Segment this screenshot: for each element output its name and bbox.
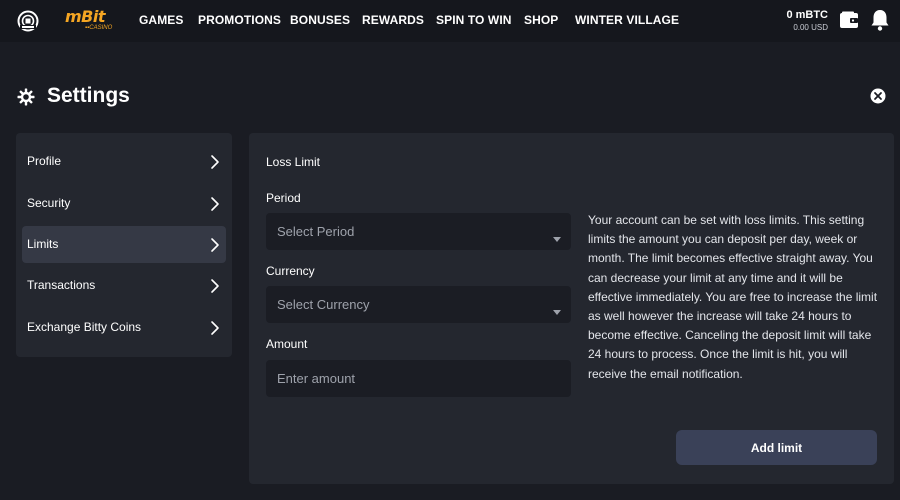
- sidebar-item-label: Security: [27, 196, 71, 210]
- section-title: Loss Limit: [266, 155, 321, 169]
- caret-down-icon: [553, 302, 561, 315]
- sidebar-item-profile[interactable]: Profile: [22, 143, 226, 180]
- sidebar-item-limits[interactable]: Limits: [22, 226, 226, 263]
- close-icon[interactable]: [870, 88, 886, 104]
- period-select-value: Select Period: [277, 224, 355, 239]
- nav-bonuses[interactable]: BONUSES: [290, 13, 350, 27]
- currency-select[interactable]: Select Currency: [266, 286, 571, 323]
- page-title: Settings: [47, 84, 130, 107]
- sidebar-item-security[interactable]: Security: [22, 185, 226, 222]
- nav-games[interactable]: GAMES: [139, 13, 184, 27]
- gear-icon: [17, 88, 35, 106]
- brand-logo[interactable]: mBit ▪▪CASINO: [65, 7, 113, 35]
- sidebar-item-exchange-bitty-coins[interactable]: Exchange Bitty Coins: [22, 309, 226, 346]
- period-select[interactable]: Select Period: [266, 213, 571, 250]
- nav-rewards[interactable]: REWARDS: [362, 13, 424, 27]
- chevron-right-icon: [210, 320, 220, 336]
- sidebar-item-label: Exchange Bitty Coins: [27, 320, 142, 334]
- add-limit-button[interactable]: Add limit: [676, 430, 877, 465]
- sidebar-item-label: Profile: [27, 154, 62, 168]
- logo-mark-icon[interactable]: [17, 10, 39, 32]
- caret-down-icon: [553, 229, 561, 242]
- loss-limit-panel: Loss Limit Period Select Period Currency…: [249, 133, 894, 484]
- sidebar-item-transactions[interactable]: Transactions: [22, 267, 226, 304]
- brand-subtitle: ▪▪CASINO: [85, 25, 113, 31]
- nav-winter-village[interactable]: WINTER VILLAGE: [575, 13, 679, 27]
- chevron-right-icon: [210, 154, 220, 170]
- wallet-icon[interactable]: [838, 9, 860, 31]
- chevron-right-icon: [210, 196, 220, 212]
- chevron-right-icon: [210, 237, 220, 253]
- nav-spin-to-win[interactable]: SPIN TO WIN: [436, 13, 512, 27]
- brand-name: mBit: [65, 7, 106, 26]
- amount-field-wrapper: [266, 360, 571, 397]
- currency-select-value: Select Currency: [277, 297, 370, 312]
- currency-label: Currency: [266, 264, 315, 278]
- balance-usd: 0.00 USD: [793, 23, 828, 32]
- loss-limit-info-text: Your account can be set with loss limits…: [588, 213, 878, 381]
- nav-shop[interactable]: SHOP: [524, 13, 558, 27]
- bell-icon[interactable]: [869, 8, 891, 32]
- period-label: Period: [266, 191, 301, 205]
- chevron-right-icon: [210, 278, 220, 294]
- sidebar-item-label: Limits: [27, 237, 59, 251]
- balance-display[interactable]: 0 mBTC 0.00 USD: [786, 9, 828, 33]
- nav-promotions[interactable]: PROMOTIONS: [198, 13, 281, 27]
- sidebar-item-label: Transactions: [27, 278, 96, 292]
- amount-label: Amount: [266, 337, 308, 351]
- top-navigation-bar: mBit ▪▪CASINO GAMES PROMOTIONS BONUSES R…: [0, 0, 900, 42]
- settings-sidebar: Profile Security Limits Transactions Exc…: [16, 133, 232, 357]
- balance-btc: 0 mBTC: [786, 9, 828, 21]
- amount-input[interactable]: [266, 360, 571, 397]
